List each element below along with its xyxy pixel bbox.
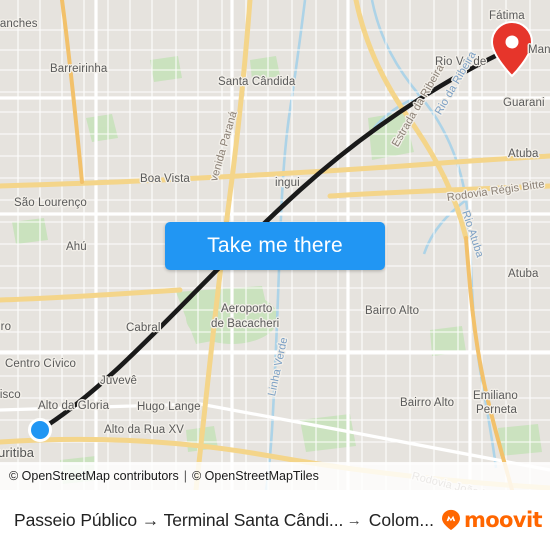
tiles-attribution-link[interactable]: © OpenStreetMapTiles xyxy=(192,469,319,483)
osm-attribution-link[interactable]: © OpenStreetMap contributors xyxy=(9,469,179,483)
take-me-there-button[interactable]: Take me there xyxy=(165,222,385,270)
origin-marker xyxy=(28,418,52,442)
moovit-map-screen: ranches Fátima Barreirinha Santa Cândida Rio… xyxy=(0,0,550,550)
trip-origin-destination-label: Passeio Público → Terminal Santa Cândi..… xyxy=(14,509,343,530)
arrow-right-icon: → xyxy=(346,511,362,529)
moovit-logo[interactable]: moovit xyxy=(440,508,543,532)
map-attribution-bar: © OpenStreetMap contributors | © OpenStr… xyxy=(0,462,550,490)
trip-footer-bar: Passeio Público → Terminal Santa Cândi..… xyxy=(0,490,550,550)
map-canvas[interactable]: ranches Fátima Barreirinha Santa Cândida Rio… xyxy=(0,0,550,490)
trip-final-destination-label: Colom... xyxy=(368,509,434,530)
moovit-pin-icon xyxy=(441,509,460,531)
moovit-wordmark: moovit xyxy=(463,508,543,532)
attribution-separator: | xyxy=(183,469,187,483)
